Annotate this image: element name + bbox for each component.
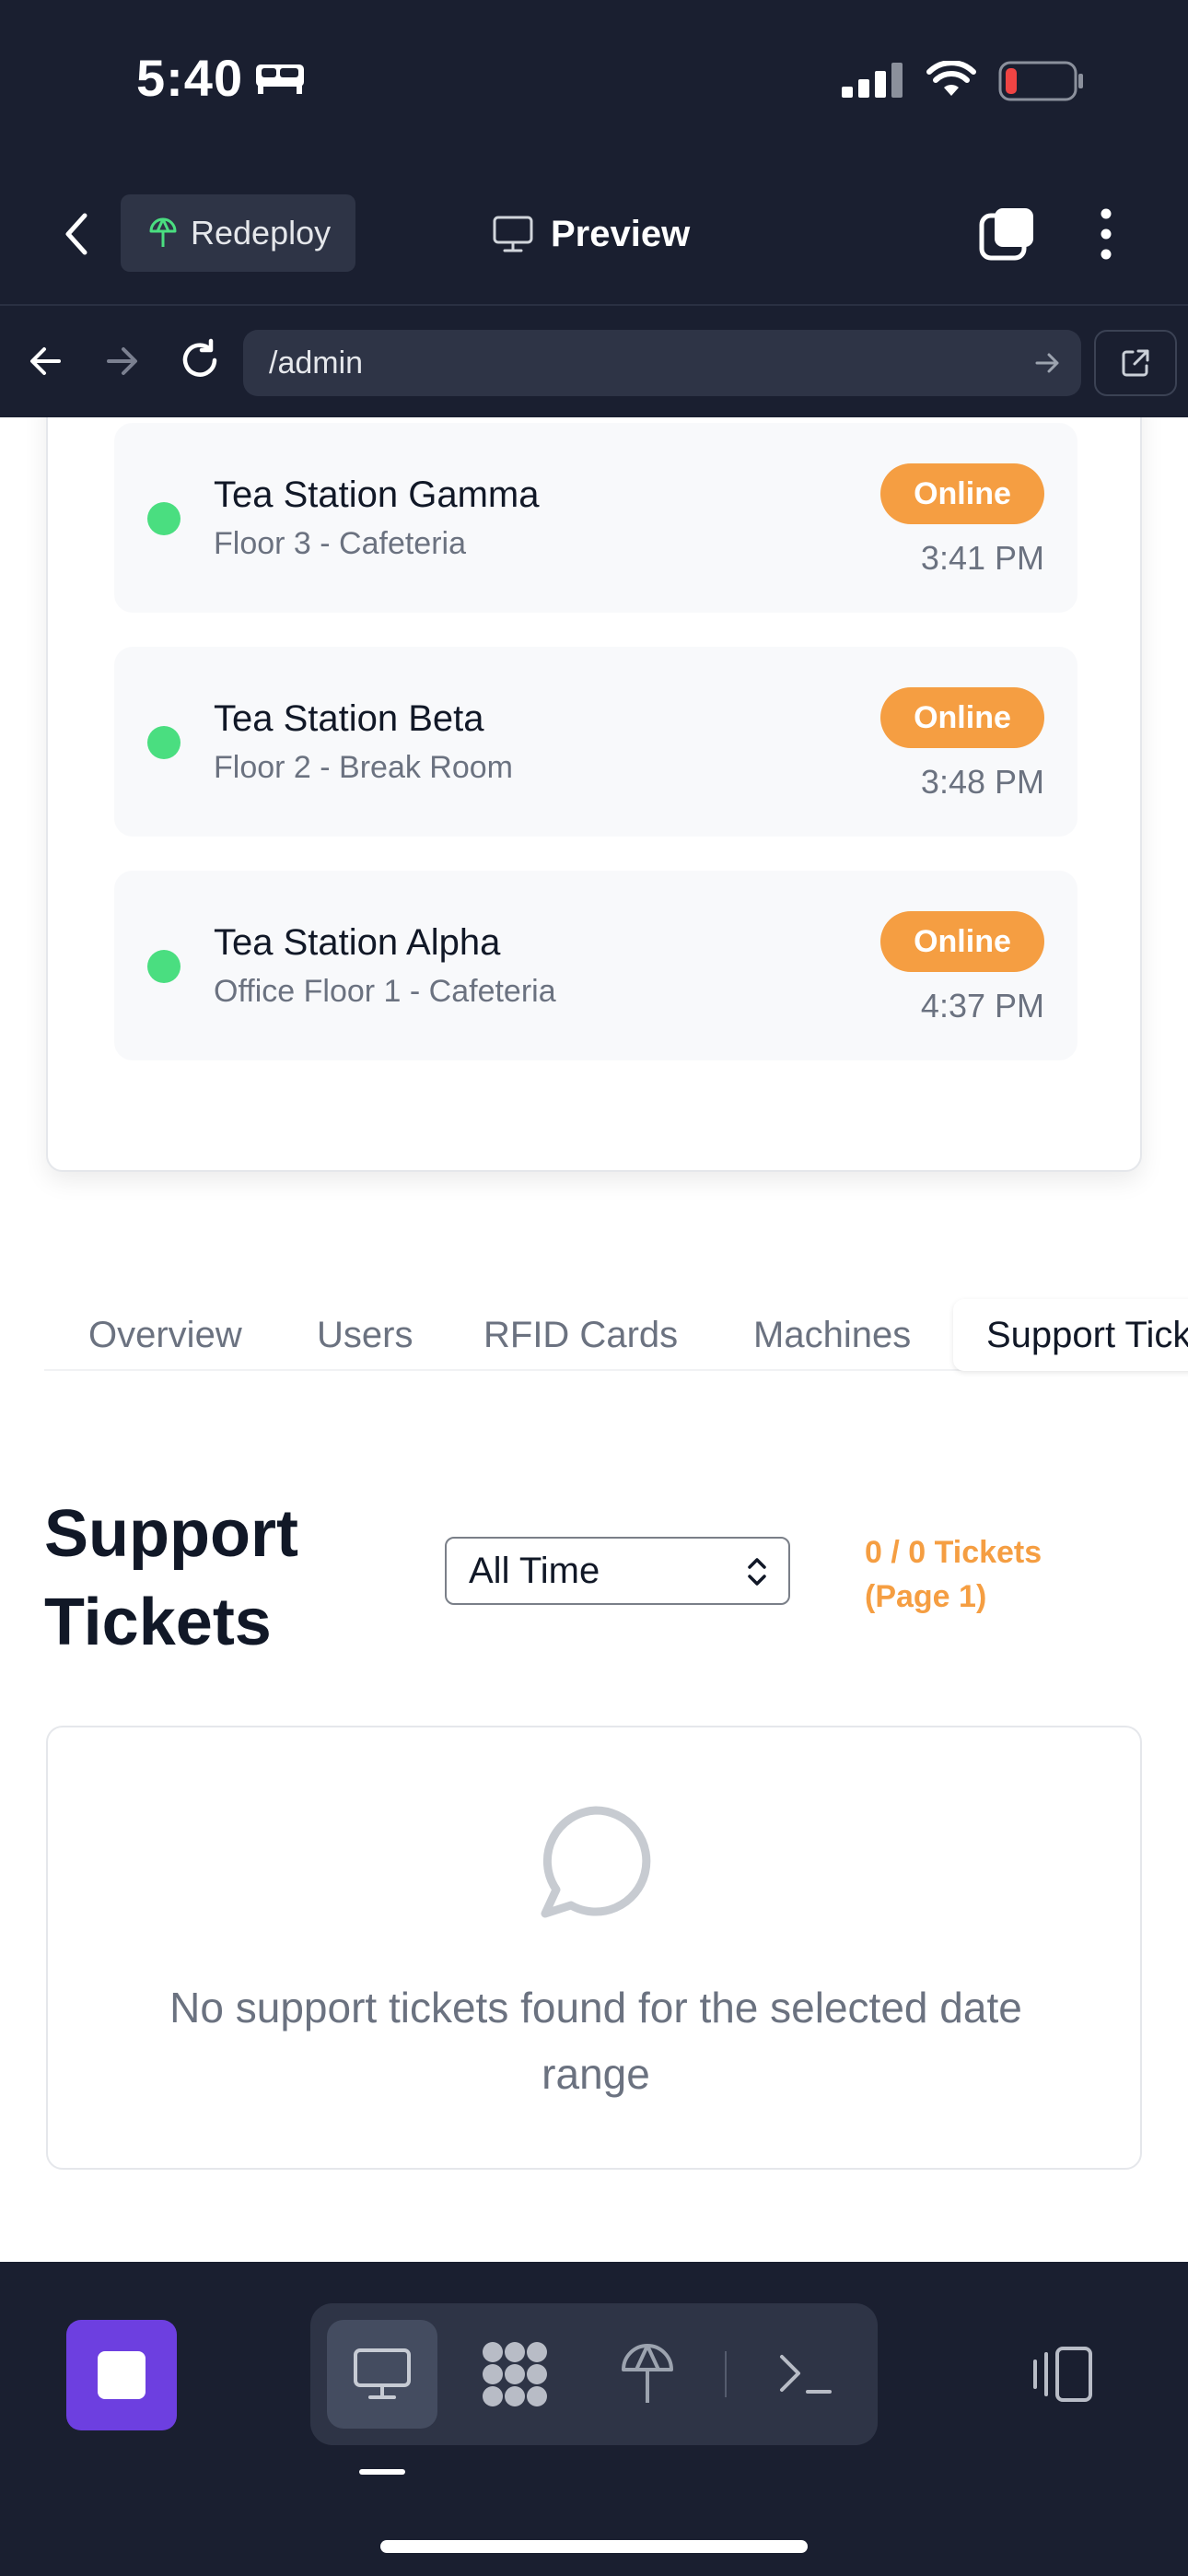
bottom-dock-area (0, 2262, 1188, 2576)
preview-title: Preview (492, 205, 690, 263)
reload-icon[interactable] (177, 337, 223, 383)
battery-low-icon (998, 61, 1083, 101)
machine-row: Tea Station Alpha Office Floor 1 - Cafet… (114, 871, 1077, 1060)
wifi-icon (926, 61, 976, 96)
status-time: 5:40 (136, 49, 244, 107)
tabs-icon[interactable] (978, 206, 1037, 262)
terminal-icon (780, 2355, 832, 2394)
stop-icon (98, 2351, 146, 2399)
machine-row: Tea Station Gamma Floor 3 - Cafeteria On… (114, 423, 1077, 613)
preview-monitor-icon (354, 2348, 411, 2399)
arrow-left-icon[interactable] (26, 341, 66, 381)
external-link-icon (1122, 349, 1149, 377)
machine-location: Floor 3 - Cafeteria (214, 526, 466, 561)
tab-rfid-cards[interactable]: RFID Cards (483, 1299, 678, 1371)
machine-location: Office Floor 1 - Cafeteria (214, 974, 556, 1009)
dock-preview[interactable] (327, 2320, 437, 2429)
url-text: /admin (269, 345, 364, 381)
preview-label: Preview (551, 213, 691, 254)
browser-toolbar: /admin (0, 304, 1188, 417)
device-toggle-icon[interactable] (1030, 2345, 1098, 2404)
date-range-value: All Time (469, 1550, 600, 1591)
date-range-select[interactable]: All Time (445, 1537, 790, 1605)
online-status-dot (147, 502, 181, 535)
stop-button[interactable] (66, 2320, 177, 2430)
app-screen: 5:40 Redeploy Preview /admin Tea Station… (0, 0, 1188, 2576)
machine-last-seen: 4:37 PM (920, 987, 1044, 1025)
dock-apps[interactable] (460, 2320, 570, 2429)
url-field[interactable]: /admin (243, 330, 1081, 396)
signal-icon (842, 63, 903, 98)
online-status-dot (147, 950, 181, 983)
tab-machines[interactable]: Machines (753, 1299, 911, 1371)
redeploy-button[interactable]: Redeploy (121, 194, 355, 272)
go-arrow-icon[interactable] (1033, 350, 1061, 376)
monitor-icon (493, 216, 533, 252)
empty-state-text: No support tickets found for the selecte… (169, 1984, 1022, 2098)
arrow-right-icon[interactable] (101, 341, 142, 381)
chat-bubble-icon (541, 1806, 651, 1918)
machine-last-seen: 3:48 PM (920, 763, 1044, 801)
active-dock-indicator (359, 2469, 405, 2475)
machine-last-seen: 3:41 PM (920, 539, 1044, 577)
more-vertical-icon[interactable] (1092, 206, 1120, 262)
machine-row: Tea Station Beta Floor 2 - Break Room On… (114, 647, 1077, 837)
dock-deploy[interactable] (592, 2320, 703, 2429)
redeploy-icon (149, 217, 177, 247)
machine-location: Floor 2 - Break Room (214, 750, 513, 785)
empty-state-card: No support tickets found for the selecte… (46, 1726, 1142, 2170)
online-status-dot (147, 726, 181, 759)
machines-card: Tea Station Gamma Floor 3 - Cafeteria On… (46, 417, 1142, 1172)
home-indicator (380, 2540, 808, 2553)
back-icon[interactable] (57, 208, 98, 260)
dock-terminal[interactable] (751, 2320, 861, 2429)
ticket-count: 0 / 0 Tickets (Page 1) (865, 1535, 1042, 1614)
apps-grid-icon (483, 2342, 547, 2406)
tab-overview[interactable]: Overview (88, 1299, 242, 1371)
status-badge: Online (880, 687, 1044, 748)
deploy-icon (622, 2344, 673, 2403)
status-badge: Online (880, 463, 1044, 524)
machine-name: Tea Station Gamma (214, 474, 540, 515)
page-title: Support Tickets (44, 1497, 298, 1659)
chevron-up-down-icon (748, 1558, 766, 1586)
bed-icon (256, 64, 304, 94)
tab-users[interactable]: Users (317, 1299, 413, 1371)
machine-name: Tea Station Alpha (214, 922, 501, 963)
dock-separator (725, 2351, 727, 2397)
top-chrome: 5:40 Redeploy Preview /admin (0, 0, 1188, 417)
tab-support-tickets[interactable]: Support Tickets (953, 1299, 1188, 1371)
open-external-button[interactable] (1094, 330, 1177, 396)
admin-tabs: Overview Users RFID Cards Machines Suppo… (44, 1299, 1188, 1371)
dock (310, 2303, 878, 2445)
page-content: Tea Station Gamma Floor 3 - Cafeteria On… (0, 417, 1188, 2262)
machine-name: Tea Station Beta (214, 698, 484, 739)
redeploy-label: Redeploy (191, 214, 332, 252)
status-badge: Online (880, 911, 1044, 972)
